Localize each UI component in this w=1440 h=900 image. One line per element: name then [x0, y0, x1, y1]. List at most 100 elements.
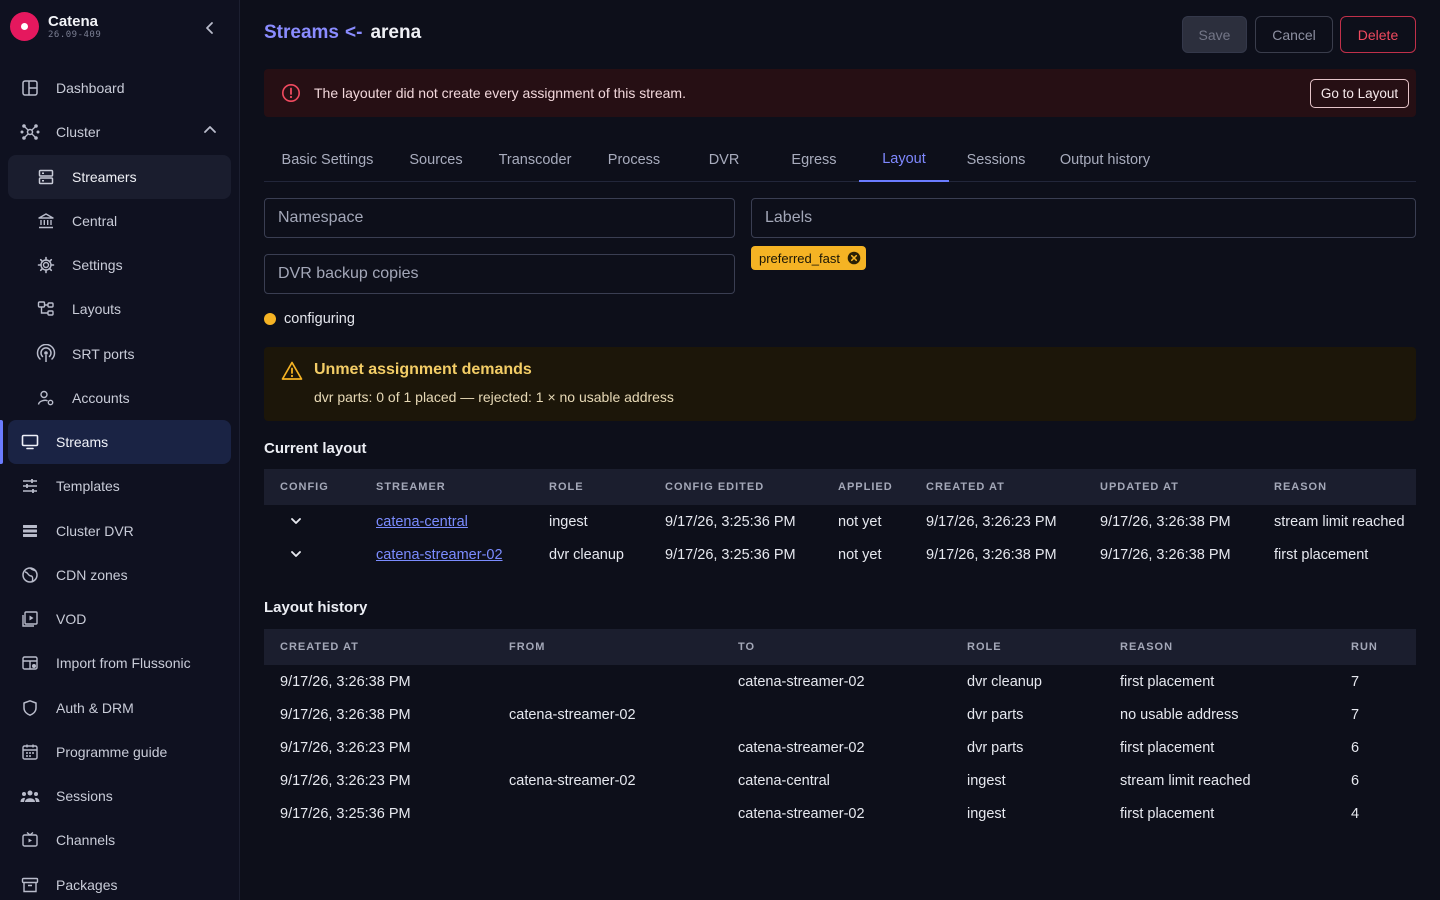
role-cell: dvr parts: [967, 706, 1024, 723]
calendar-icon: [20, 742, 40, 762]
run-cell: 4: [1351, 805, 1360, 822]
sidebar-item-label: Auth & DRM: [56, 700, 134, 716]
run-cell: 6: [1351, 772, 1360, 789]
tab-transcoder[interactable]: Transcoder: [484, 137, 586, 182]
table-row: catena-streamer-02 dvr cleanup 9/17/26, …: [264, 538, 1416, 571]
expand-config-button[interactable]: [286, 511, 306, 531]
namespace-input[interactable]: [264, 198, 735, 238]
sidebar-item-sessions[interactable]: Sessions: [8, 774, 231, 818]
tab-basic-settings[interactable]: Basic Settings: [264, 137, 391, 182]
reason-cell: stream limit reached: [1120, 772, 1251, 789]
streamer-link[interactable]: catena-streamer-02: [376, 547, 503, 563]
breadcrumb-streams[interactable]: Streams: [264, 22, 339, 43]
save-button[interactable]: Save: [1182, 16, 1247, 53]
sidebar-item-accounts[interactable]: Accounts: [8, 376, 231, 420]
to-cell: catena-streamer-02: [738, 805, 865, 822]
column-header: CONFIG: [264, 469, 360, 505]
delete-button[interactable]: Delete: [1340, 16, 1416, 53]
tab-layout[interactable]: Layout: [859, 137, 949, 182]
remove-chip-icon[interactable]: [847, 251, 861, 265]
cluster-icon: [20, 122, 40, 142]
role-cell: dvr parts: [967, 739, 1024, 756]
broadcast-icon: [36, 344, 56, 364]
applied-cell: not yet: [838, 513, 882, 530]
user-settings-icon: [36, 388, 56, 408]
created-at-cell: 9/17/26, 3:26:23 PM: [280, 739, 411, 756]
reason-cell: first placement: [1120, 805, 1215, 822]
dvr-backup-copies-input[interactable]: [264, 254, 735, 294]
table-row: 9/17/26, 3:26:23 PM catena-streamer-02 d…: [264, 731, 1416, 764]
bank-icon: [36, 211, 56, 231]
expand-config-button[interactable]: [286, 544, 306, 564]
active-indicator: [0, 420, 3, 464]
created-at-cell: 9/17/26, 3:26:23 PM: [926, 513, 1057, 530]
sidebar-item-settings[interactable]: Settings: [8, 243, 231, 287]
sidebar-item-label: SRT ports: [72, 346, 135, 362]
tab-egress[interactable]: Egress: [770, 137, 858, 182]
tv-icon: [20, 830, 40, 850]
layout-tree-icon: [36, 299, 56, 319]
column-header: ROLE: [951, 629, 1104, 665]
alert-message: The layouter did not create every assign…: [314, 85, 686, 101]
chevron-left-icon: [206, 22, 213, 34]
sidebar-item-channels[interactable]: Channels: [8, 818, 231, 862]
cancel-button[interactable]: Cancel: [1255, 16, 1333, 53]
sidebar-item-dashboard[interactable]: Dashboard: [8, 66, 231, 110]
tab-process[interactable]: Process: [590, 137, 678, 182]
applied-cell: not yet: [838, 546, 882, 563]
tab-sessions[interactable]: Sessions: [952, 137, 1040, 182]
column-header: UPDATED AT: [1084, 469, 1258, 505]
collapse-sidebar-button[interactable]: [200, 18, 220, 38]
sidebar-item-programme-guide[interactable]: Programme guide: [8, 730, 231, 774]
column-header: ROLE: [533, 469, 649, 505]
created-at-cell: 9/17/26, 3:26:38 PM: [280, 673, 411, 690]
go-to-layout-button[interactable]: Go to Layout: [1310, 79, 1409, 108]
sidebar-item-packages[interactable]: Packages: [8, 863, 231, 900]
to-cell: [722, 698, 951, 731]
brand-version: 26.09-409: [48, 30, 102, 40]
created-at-cell: 9/17/26, 3:25:36 PM: [280, 805, 411, 822]
streamer-link[interactable]: catena-central: [376, 514, 468, 530]
sidebar-item-templates[interactable]: Templates: [8, 464, 231, 508]
column-header: REASON: [1258, 469, 1416, 505]
sidebar-item-label: Sessions: [56, 788, 113, 804]
brand[interactable]: Catena 26.09-409: [10, 12, 101, 41]
video-library-icon: [20, 609, 40, 629]
sidebar-item-cluster-dvr[interactable]: Cluster DVR: [8, 509, 231, 553]
reason-cell: stream limit reached: [1274, 513, 1405, 530]
column-header: APPLIED: [822, 469, 910, 505]
role-cell: ingest: [549, 513, 588, 530]
to-cell: catena-streamer-02: [738, 739, 865, 756]
sidebar-item-label: VOD: [56, 611, 87, 627]
table-header-row: CREATED AT FROM TO ROLE REASON RUN: [264, 629, 1416, 665]
table-row: 9/17/26, 3:26:38 PM catena-streamer-02 d…: [264, 698, 1416, 731]
warning-detail: dvr parts: 0 of 1 placed — rejected: 1 ×…: [314, 389, 674, 405]
column-header: FROM: [493, 629, 722, 665]
sidebar-item-label: Cluster: [56, 124, 101, 140]
labels-input[interactable]: [751, 198, 1416, 238]
gear-icon: [36, 255, 56, 275]
sidebar-item-cdn-zones[interactable]: CDN zones: [8, 553, 231, 597]
sidebar-item-label: Dashboard: [56, 80, 125, 96]
tab-sources[interactable]: Sources: [395, 137, 477, 182]
sidebar-item-central[interactable]: Central: [8, 199, 231, 243]
sidebar-item-label: CDN zones: [56, 567, 128, 583]
sidebar-item-label: Templates: [56, 478, 120, 494]
unmet-demands-warning: Unmet assignment demands dvr parts: 0 of…: [264, 347, 1416, 421]
tab-output-history[interactable]: Output history: [1050, 137, 1160, 182]
sidebar-item-vod[interactable]: VOD: [8, 597, 231, 641]
sidebar-item-label: Cluster DVR: [56, 523, 134, 539]
sidebar-item-auth-drm[interactable]: Auth & DRM: [8, 686, 231, 730]
sidebar-item-streamers[interactable]: Streamers: [8, 155, 231, 199]
sidebar-item-label: Accounts: [72, 390, 130, 406]
sidebar-item-import-flussonic[interactable]: Import from Flussonic: [8, 641, 231, 685]
current-layout-title: Current layout: [264, 440, 367, 457]
tab-dvr[interactable]: DVR: [680, 137, 768, 182]
created-at-cell: 9/17/26, 3:26:23 PM: [280, 772, 411, 789]
sidebar-item-srt-ports[interactable]: SRT ports: [8, 332, 231, 376]
sidebar-item-streams[interactable]: Streams: [8, 420, 231, 464]
sidebar-item-cluster[interactable]: Cluster: [8, 110, 231, 154]
table-header-row: CONFIG STREAMER ROLE CONFIG EDITED APPLI…: [264, 469, 1416, 505]
from-cell: [493, 797, 722, 830]
sidebar-item-layouts[interactable]: Layouts: [8, 287, 231, 331]
